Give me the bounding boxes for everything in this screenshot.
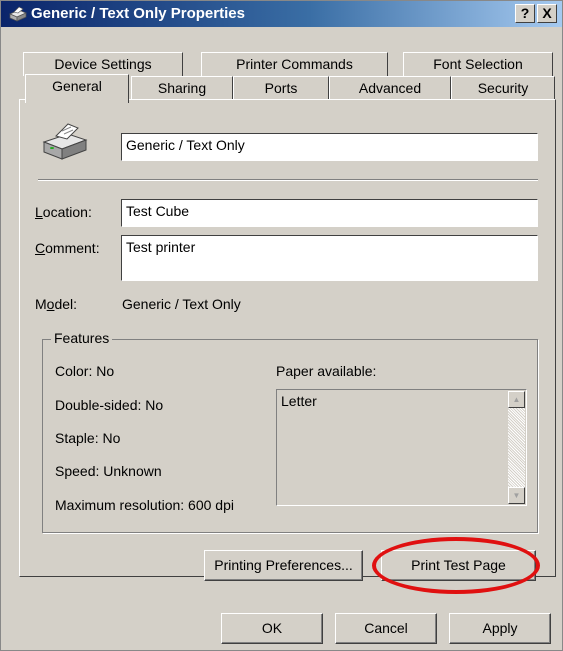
features-title: Features bbox=[51, 330, 113, 346]
help-icon[interactable]: ? bbox=[515, 4, 535, 23]
feature-max-resolution: Maximum resolution: 600 dpi bbox=[55, 497, 234, 513]
location-label: Location: bbox=[35, 204, 92, 220]
printer-icon bbox=[9, 6, 27, 22]
scroll-up-icon[interactable]: ▲ bbox=[508, 391, 525, 408]
tab-security[interactable]: Security bbox=[451, 76, 555, 100]
window-title: Generic / Text Only Properties bbox=[31, 5, 245, 22]
paper-listbox[interactable]: Letter ▲ ▼ bbox=[276, 389, 527, 506]
general-panel: Generic / Text Only Location: Test Cube … bbox=[19, 99, 556, 581]
printer-icon bbox=[42, 123, 88, 160]
tab-sharing[interactable]: Sharing bbox=[131, 76, 233, 100]
comment-field[interactable]: Test printer bbox=[121, 235, 538, 281]
title-bar[interactable]: Generic / Text Only Properties ? X bbox=[1, 1, 562, 27]
comment-label-text: omment: bbox=[45, 240, 100, 256]
tab-printer-commands[interactable]: Printer Commands bbox=[201, 52, 388, 76]
tab-general[interactable]: General bbox=[25, 74, 129, 103]
apply-button[interactable]: Apply bbox=[449, 613, 551, 644]
location-label-text: ocation: bbox=[42, 204, 92, 220]
printing-preferences-button[interactable]: Printing Preferences... bbox=[204, 550, 363, 581]
printer-name-field[interactable]: Generic / Text Only bbox=[121, 133, 538, 161]
model-label: Model: bbox=[35, 296, 78, 312]
feature-speed: Speed: Unknown bbox=[55, 463, 162, 479]
print-test-page-button[interactable]: Print Test Page bbox=[381, 550, 536, 581]
ok-button[interactable]: OK bbox=[221, 613, 323, 644]
feature-color: Color: No bbox=[55, 363, 115, 379]
cancel-button[interactable]: Cancel bbox=[335, 613, 437, 644]
properties-dialog: Generic / Text Only Properties ? X Devic… bbox=[0, 0, 563, 651]
tab-font-selection[interactable]: Font Selection bbox=[403, 52, 553, 76]
paper-scrollbar[interactable]: ▲ ▼ bbox=[508, 391, 525, 504]
tab-advanced[interactable]: Advanced bbox=[329, 76, 451, 100]
paper-available-label: Paper available: bbox=[276, 363, 377, 379]
paper-item[interactable]: Letter bbox=[281, 393, 317, 409]
features-group: Features Color: No Double-sided: No Stap… bbox=[42, 330, 538, 533]
model-label-text: del: bbox=[54, 296, 78, 312]
location-field[interactable]: Test Cube bbox=[121, 199, 538, 227]
feature-staple: Staple: No bbox=[55, 430, 121, 446]
feature-double-sided: Double-sided: No bbox=[55, 397, 164, 413]
comment-label: Comment: bbox=[35, 240, 100, 256]
scroll-down-icon[interactable]: ▼ bbox=[508, 487, 525, 504]
model-value: Generic / Text Only bbox=[122, 296, 241, 312]
tab-device-settings[interactable]: Device Settings bbox=[23, 52, 183, 76]
separator bbox=[38, 179, 538, 181]
close-icon[interactable]: X bbox=[537, 4, 557, 23]
tab-ports[interactable]: Ports bbox=[233, 76, 329, 100]
